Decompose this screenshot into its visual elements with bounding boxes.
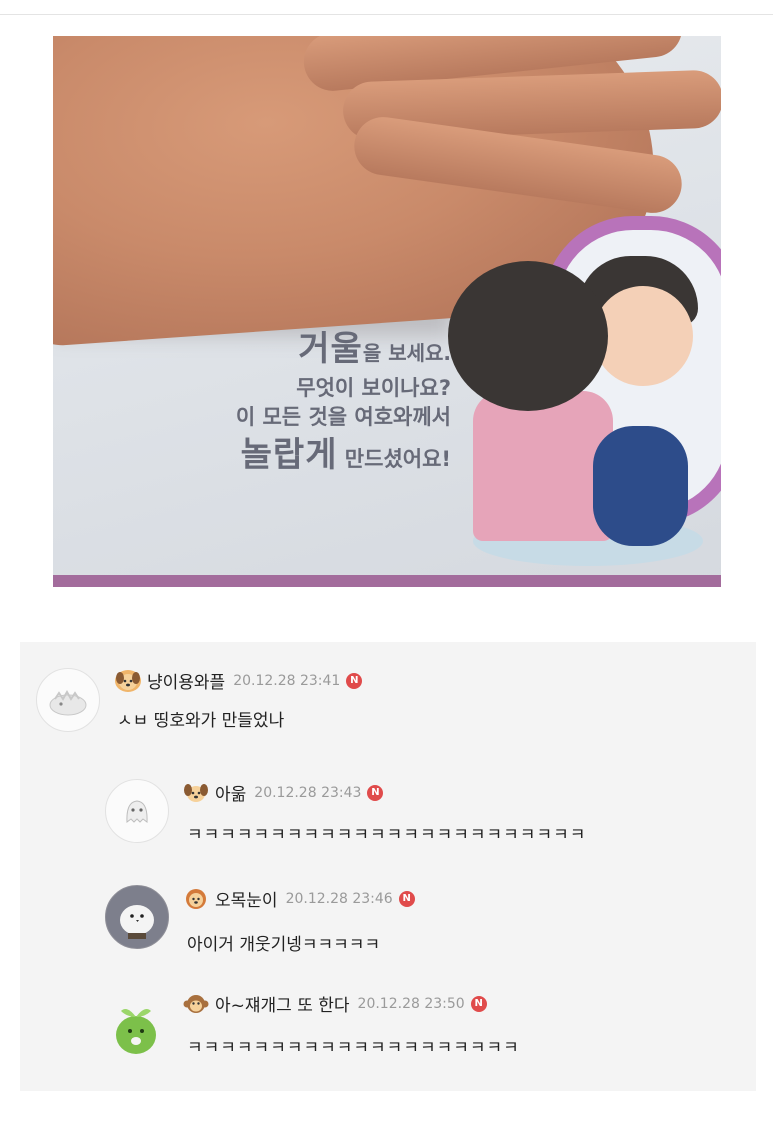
reply-item: 아욺 20.12.28 23:43 N ㅋㅋㅋㅋㅋㅋㅋㅋㅋㅋㅋㅋㅋㅋㅋㅋㅋㅋㅋㅋ… [20, 772, 756, 872]
page-edge-band [53, 575, 721, 587]
caption-line-3: 이 모든 것을 여호와께서 [235, 404, 451, 429]
caption-emphasis-2: 놀랍게 [240, 435, 338, 476]
comment-date: 20.12.28 23:50 [357, 995, 465, 1012]
monkey-face-icon [183, 993, 209, 1015]
girl-hair [448, 261, 608, 411]
new-badge: N [470, 995, 487, 1012]
lion-face-icon [183, 888, 209, 910]
comment-nickname[interactable]: 아욺 [215, 780, 246, 805]
comment-nickname[interactable]: 오목눈이 [215, 886, 278, 911]
reflection-face [593, 286, 693, 386]
comment-text: 아이거 개웃기넹ㅋㅋㅋㅋㅋ [187, 935, 381, 955]
comment-text: ㅋㅋㅋㅋㅋㅋㅋㅋㅋㅋㅋㅋㅋㅋㅋㅋㅋㅋㅋㅋㅋㅋㅋㅋ [187, 825, 587, 845]
girl-dress [473, 391, 613, 541]
comment-item: 냥이용와플 20.12.28 23:41 N ㅅㅂ 띵호와가 만들었나 [20, 642, 756, 752]
top-divider [0, 14, 773, 15]
new-badge: N [346, 672, 363, 689]
comment-nickname[interactable]: 아~쟤개그 또 한다 [215, 991, 350, 1016]
white-dinosaur-icon[interactable] [36, 668, 100, 732]
caption-line-2: 무엇이 보이나요? [296, 375, 451, 400]
puppy-face-icon [115, 669, 141, 692]
reply-item: 아~쟤개그 또 한다 20.12.28 23:50 N ㅋㅋㅋㅋㅋㅋㅋㅋㅋㅋㅋㅋ… [20, 987, 756, 1087]
comment-list: 냥이용와플 20.12.28 23:41 N ㅅㅂ 띵호와가 만들었나 아욺 2… [20, 642, 756, 1091]
comment-date: 20.12.28 23:46 [285, 890, 393, 907]
new-badge: N [398, 890, 415, 907]
puppy-face-icon [183, 782, 209, 804]
caption-emphasis-1: 거울 [298, 329, 363, 369]
comment-text: ㅋㅋㅋㅋㅋㅋㅋㅋㅋㅋㅋㅋㅋㅋㅋㅋㅋㅋㅋㅋ [187, 1038, 520, 1058]
booklet-text: 거울을 보세요. 무엇이 보이나요? 이 모든 것을 여호와께서 놀랍게 만드셨… [235, 329, 451, 476]
comment-text: ㅅㅂ 띵호와가 만들었나 [117, 711, 285, 731]
reply-item: 오목눈이 20.12.28 23:46 N 아이거 개웃기넹ㅋㅋㅋㅋㅋ [20, 880, 756, 980]
white-ghost-icon[interactable] [105, 779, 169, 843]
post-photo: 거울을 보세요. 무엇이 보이나요? 이 모든 것을 여호와께서 놀랍게 만드셨… [53, 36, 721, 587]
white-bird-photo[interactable] [105, 885, 169, 949]
green-sprout-character-icon[interactable] [105, 997, 167, 1059]
comment-date: 20.12.28 23:43 [254, 784, 362, 801]
blue-cat [593, 426, 688, 546]
comment-nickname[interactable]: 냥이용와플 [147, 668, 225, 693]
comment-date: 20.12.28 23:41 [233, 672, 341, 689]
new-badge: N [367, 784, 384, 801]
